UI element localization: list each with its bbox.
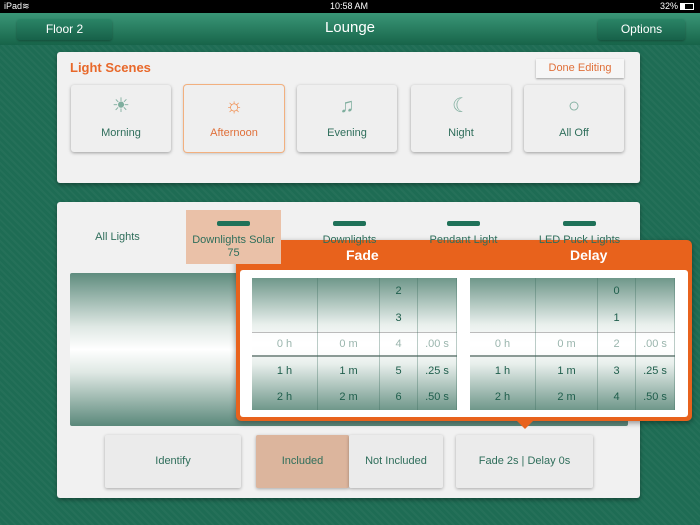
light-tab[interactable]: All Lights [70,210,165,264]
fade-delay-popover: Fade Delay 0 h1 h2 h0 m1 m2 m 2 3 4 5 6.00 s.… [236,240,692,429]
wheel-value: 5 [395,364,402,377]
battery-icon [680,3,694,10]
wheel-value: 3 [613,364,620,377]
wheel-value: 0 h [276,338,293,350]
fade-fractions-wheel[interactable]: .00 s .25 s .50 s [418,278,457,410]
tab-label: Downlights [322,234,377,246]
wheel-value: 0 h [494,338,511,350]
wheel-value: 0 m [557,338,576,350]
light-fixture-icon [447,221,480,226]
delay-hours-wheel[interactable]: 0 h 1 h 2 h [470,278,536,410]
scene-label: Morning [101,127,141,139]
scene-evening-button[interactable]: ♫ Evening [297,85,397,152]
fade-picker[interactable]: 0 h 1 h 2 h 0 m 1 m 2 m 2 3 4 5 6 .00 s .25 s .50 s [252,278,457,410]
wheel-value: 2 h [494,391,511,403]
wheel-value: 4 [395,338,402,350]
scene-afternoon-button[interactable]: ☼ Afternoon [184,85,284,152]
light-tab[interactable]: LED Puck Lights [532,210,627,264]
scene-label: Evening [327,127,367,139]
wheel-value: 2 [613,338,620,350]
done-editing-button[interactable]: Done Editing [536,59,624,78]
nav-bar: Floor 2 Lounge Options [0,13,700,45]
not-included-button[interactable]: Not Included [349,435,443,488]
moon-icon: ☾ [452,95,470,117]
light-tab[interactable]: Downlights Solar 75 [186,210,281,264]
wheel-value: 2 m [339,391,358,403]
clock: 10:58 AM [330,1,369,11]
scene-all-off-button[interactable]: ○ All Off [524,85,624,152]
page-title: Lounge [324,19,376,36]
popover-arrow [516,420,534,429]
wheel-value: 1 [613,311,620,324]
scenes-title: Light Scenes [70,60,151,75]
wheel-value: .00 s [425,338,449,350]
delay-picker[interactable]: 0 h 1 h 2 h 0 m 1 m 2 m 0 1 2 3 4 .00 s .25 s .50 s [470,278,675,410]
fade-hours-wheel[interactable]: 0 h 1 h 2 h [252,278,318,410]
music-note-icon: ♫ [339,95,355,117]
delay-minutes-wheel[interactable]: 0 m 1 m 2 m [536,278,598,410]
wheel-value: .25 s [425,364,449,377]
delay-seconds-wheel[interactable]: 0 1 2 3 4 [598,278,636,410]
tab-level: 75 [227,247,240,259]
device-label: iPad [4,1,23,11]
light-tab[interactable]: Downlights [302,210,397,264]
circle-icon: ○ [567,95,581,117]
wheel-value: 1 h [494,364,511,377]
light-tab[interactable]: Pendant Light [416,210,511,264]
wheel-value: 0 [613,285,620,297]
light-fixture-icon [217,221,250,226]
included-button[interactable]: Included [256,435,349,488]
scene-label: Night [448,127,474,139]
wheel-value: .00 s [643,338,667,350]
wheel-value: 1 h [276,364,293,377]
sunrise-icon: ☀ [112,95,130,117]
fade-delay-button[interactable]: Fade 2s | Delay 0s [456,435,593,488]
tab-label: Downlights Solar [192,234,275,246]
fade-seconds-wheel[interactable]: 2 3 4 5 6 [380,278,418,410]
wheel-value: .25 s [643,364,667,377]
wheel-value: 2 m [557,391,576,403]
wifi-icon: ≋ [22,1,30,11]
identify-button[interactable]: Identify [105,435,241,488]
scene-morning-button[interactable]: ☀ Morning [71,85,171,152]
wheel-value: 0 m [339,338,358,350]
status-bar: iPad ≋ 10:58 AM 32% [0,0,700,13]
wheel-value: .50 s [643,391,667,403]
wheel-value: 6 [395,391,402,403]
delay-fractions-wheel[interactable]: .00 s .25 s .50 s [636,278,675,410]
scene-night-button[interactable]: ☾ Night [411,85,511,152]
options-button[interactable]: Options [598,19,685,40]
popover-body: 0 h1 h2 h0 m1 m2 m 2 3 4 5 6.00 s .25 s .50 s0 … [240,270,688,417]
tab-label: All Lights [95,231,140,243]
wheel-value: 1 m [557,364,576,377]
scene-label: Afternoon [210,127,258,139]
wheel-value: 4 [613,391,620,403]
wheel-value: .50 s [425,391,449,403]
wheel-value: 1 m [339,364,358,377]
sun-icon: ☼ [224,95,244,117]
battery-label: 32% [660,1,679,11]
tab-label: LED Puck Lights [538,234,621,246]
wheel-value: 2 [395,285,402,297]
scene-label: All Off [559,127,589,139]
wheel-value: 2 h [276,391,293,403]
tab-label: Pendant Light [429,234,498,246]
light-fixture-icon [563,221,596,226]
fade-minutes-wheel[interactable]: 0 m 1 m 2 m [318,278,380,410]
light-fixture-icon [333,221,366,226]
wheel-value: 3 [395,311,402,324]
